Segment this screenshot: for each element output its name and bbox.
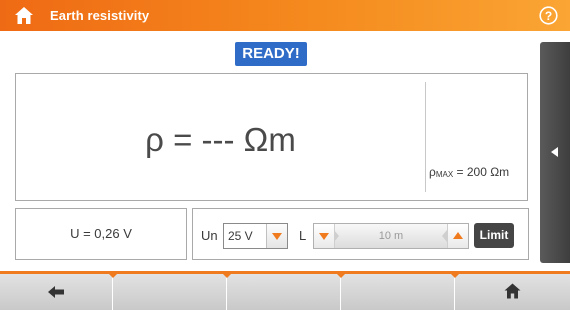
toolbar-slot-2[interactable] [114, 273, 232, 310]
decrement-icon[interactable] [319, 233, 329, 240]
status-badge: READY! [235, 42, 307, 66]
home-button[interactable] [456, 274, 570, 310]
stepper-notch-left [334, 230, 339, 242]
home-icon[interactable] [14, 6, 34, 25]
increment-icon[interactable] [453, 232, 463, 239]
toolbar-slot-4[interactable] [342, 273, 460, 310]
un-label: Un [201, 228, 218, 243]
side-panel-toggle[interactable] [540, 42, 570, 263]
page-title: Earth resistivity [50, 8, 150, 23]
voltage-readout: U = 0,26 V [15, 208, 187, 260]
home-icon [504, 283, 521, 299]
l-label: L [299, 228, 307, 243]
stepper-notch-right [442, 230, 447, 242]
back-arrow-icon [48, 286, 64, 298]
toolbar-notch [222, 273, 232, 278]
toolbar-notch [108, 273, 118, 278]
max-symbol: ρ [429, 165, 436, 179]
toolbar-notch [336, 273, 346, 278]
max-value: = 200 Ωm [453, 165, 510, 179]
header-bar: Earth resistivity ? [0, 0, 570, 31]
un-select-arrow[interactable] [266, 224, 287, 248]
caret-left-icon [551, 147, 558, 157]
bottom-toolbar [0, 273, 570, 310]
result-panel: ρ = --- Ωm ρMAX = 200 Ωm [15, 73, 528, 201]
max-resistivity-label: ρMAX = 200 Ωm [429, 165, 525, 179]
svg-text:?: ? [545, 9, 552, 23]
toolbar-notch [450, 273, 460, 278]
un-voltage-select[interactable]: 25 V [223, 223, 288, 249]
un-select-value: 25 V [228, 229, 253, 243]
result-divider [425, 82, 426, 192]
limit-button[interactable]: Limit [474, 223, 514, 248]
l-length-value: 10 m [334, 224, 448, 248]
help-icon[interactable]: ? [539, 6, 558, 25]
l-length-stepper[interactable]: 10 m [313, 223, 469, 249]
toolbar-slot-3[interactable] [228, 273, 346, 310]
max-subscript: MAX [435, 170, 454, 179]
resistivity-readout: ρ = --- Ωm [145, 121, 296, 158]
settings-panel: Un 25 V L 10 m Limit [192, 208, 529, 260]
chevron-down-icon [272, 233, 282, 240]
back-button[interactable] [0, 273, 118, 310]
